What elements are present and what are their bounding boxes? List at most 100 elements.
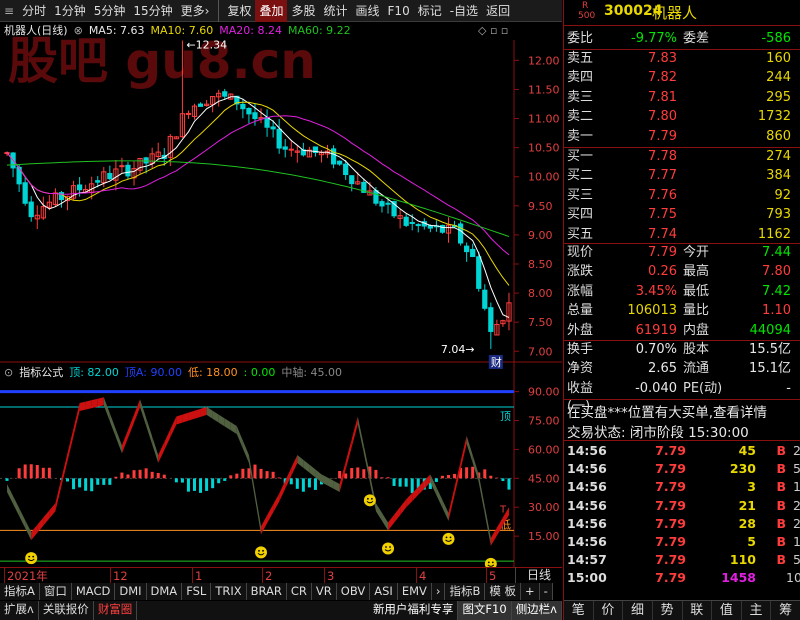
indicator-tab-13[interactable]: › [431, 583, 446, 600]
indicator-tab-4[interactable]: DMA [146, 583, 183, 600]
wave-seg [466, 435, 473, 464]
quote-tab-5[interactable]: 值 [712, 601, 742, 620]
toolbar-item-5[interactable]: 复权 [223, 0, 255, 22]
f10-tab[interactable]: 图文F10 [458, 601, 512, 620]
quote-tab-7[interactable]: 筹 [771, 601, 800, 620]
toolbar-item-9[interactable]: 画线 [352, 0, 384, 22]
toolbar-item-10[interactable]: F10 [384, 0, 414, 22]
bid-row[interactable]: 买二 7.77 384 [564, 167, 800, 185]
indicator-tab-2[interactable]: MACD [71, 583, 116, 600]
bid-row[interactable]: 买五 7.74 1162 [564, 226, 800, 244]
wave-seg [388, 514, 395, 531]
wave-seg [188, 410, 195, 421]
big-order-news[interactable]: 在买盘***位置有大买单,查看详情 [567, 401, 767, 421]
wave-seg [212, 410, 219, 423]
dropdown-icon[interactable]: ⊙ [4, 364, 13, 382]
toolbar-menu-icon[interactable]: ≡ [0, 0, 18, 22]
indicator-tab-6[interactable]: TRIX [211, 583, 247, 600]
bottom-tab-2[interactable]: 财富圈 [93, 601, 138, 620]
indicator-tab-7[interactable]: BRAR [246, 583, 287, 600]
date-label: 12 [110, 568, 128, 584]
toolbar-item-7[interactable]: 多股 [287, 0, 319, 22]
ma5-value: MA5: 7.63 [88, 24, 145, 37]
low-price-label: 7.04→ [441, 343, 475, 356]
candle-body [415, 224, 421, 227]
value2: 15.5亿 [749, 342, 791, 357]
quote-tab-6[interactable]: 主 [742, 601, 772, 620]
toolbar-item-8[interactable]: 统计 [320, 0, 352, 22]
ask-row[interactable]: 卖三 7.81 295 [564, 89, 800, 107]
bottom-tab-1[interactable]: 关联报价 [38, 601, 94, 620]
value: 0.70% [635, 342, 677, 357]
price-axis-label: 9.50 [528, 200, 553, 213]
candle-body [470, 248, 476, 258]
indicator-tab-1[interactable]: 窗口 [39, 583, 72, 600]
indicator-tab-15[interactable]: 模 板 [485, 583, 522, 600]
toolbar-item-4[interactable]: 更多› [177, 0, 214, 22]
label2: 股本 [683, 342, 710, 357]
wave-seg [448, 487, 455, 521]
indicator-tab-14[interactable]: 指标B [445, 583, 486, 600]
ask-row[interactable]: 卖五 7.83 160 [564, 50, 800, 68]
bottom-tab-0[interactable]: 扩展ʌ [0, 601, 39, 620]
indicator-tab-10[interactable]: OBV [336, 583, 371, 600]
bid-row[interactable]: 买三 7.76 92 [564, 187, 800, 205]
wave-seg [242, 440, 249, 464]
quote-tab-4[interactable]: 联 [683, 601, 713, 620]
toolbar-item-1[interactable]: 1分钟 [50, 0, 90, 22]
indicator-tab-0[interactable]: 指标A [0, 583, 40, 600]
date-label: 3 [324, 568, 334, 584]
bid-row[interactable]: 买一 7.78 274 [564, 148, 800, 166]
toolbar-item-6[interactable]: 叠加 [255, 0, 288, 22]
toolbar-item-0[interactable]: 分时 [18, 0, 50, 22]
toolbar-item-2[interactable]: 5分钟 [90, 0, 130, 22]
ask-row[interactable]: 卖四 7.82 244 [564, 69, 800, 87]
kline-chart[interactable]: 股吧 gu8.cn 12.00 11.50 11.00 10.50 10.00 9.50 9.… [0, 22, 562, 567]
indicator-tab-5[interactable]: FSL [182, 583, 212, 600]
level-volume: 1162 [757, 226, 791, 242]
indicator-tabs: 指标A 窗口 MACD DMI DMA FSL TRIX BRAR CR VR OBV ASI EMV ›… [0, 583, 553, 600]
level-label: 买三 [567, 187, 594, 203]
tick-time: 14:56 [567, 461, 607, 477]
smiley-eye [262, 549, 264, 552]
ask-row[interactable]: 卖二 7.80 1732 [564, 108, 800, 126]
ma60-value: MA60: 9.22 [287, 24, 351, 37]
indicator-tab-16[interactable]: + [521, 583, 540, 600]
level-volume: 274 [766, 149, 791, 164]
indicator-title[interactable]: 指标公式 [19, 364, 63, 382]
sidebar-tab[interactable]: 侧边栏ʌ [511, 601, 562, 620]
quote-tab-3[interactable]: 势 [653, 601, 683, 620]
candle-body [246, 107, 252, 115]
ask-row[interactable]: 卖一 7.79 860 [564, 128, 800, 146]
indicator-tab-8[interactable]: CR [286, 583, 312, 600]
chart-options-icons[interactable]: ◇ ▫ ▫ [478, 24, 508, 37]
promo-link[interactable]: 新用户福利专享 [368, 601, 459, 620]
bid-row[interactable]: 买四 7.75 793 [564, 206, 800, 224]
quote-tab-2[interactable]: 细 [623, 601, 653, 620]
wave-seg [291, 455, 298, 476]
toolbar-item-12[interactable]: -自选 [446, 0, 482, 22]
indicator-tab-17[interactable]: - [539, 583, 553, 600]
toolbar-item-11[interactable]: 标记 [414, 0, 446, 22]
collapse-icon[interactable]: ⊗ [74, 22, 83, 40]
tick-price: 7.79 [655, 443, 686, 458]
date-axis: 2021年 12 1 2 3 4 5 [0, 567, 562, 584]
chart-toolbar: ≡ 分时 1分钟 5分钟 15分钟 更多› 复权 叠加 多股 统计 画线 F10 标记 -自选 返回 [0, 0, 562, 22]
divider [564, 440, 800, 441]
smiley-icon [442, 532, 455, 545]
toolbar-item-3[interactable]: 15分钟 [129, 0, 176, 22]
level-volume: 384 [766, 168, 791, 184]
period-selector[interactable]: 日线 [515, 567, 562, 583]
quote-tab-1[interactable]: 价 [594, 601, 624, 620]
quote-tab-0[interactable]: 笔 [564, 601, 594, 620]
label2: 委差 [683, 31, 710, 46]
indicator-tab-12[interactable]: EMV [397, 583, 432, 600]
bottom-spacer [137, 601, 369, 620]
toolbar-item-13[interactable]: 返回 [482, 0, 514, 22]
quote-panel: R 500 300024 机器人 委比 -9.77% 委差 -586 卖五 7.83 160 卖四 7.… [563, 0, 800, 620]
indicator-tab-3[interactable]: DMI [115, 583, 147, 600]
indicator-axis-label: 90.00 [528, 386, 560, 399]
indicator-tab-11[interactable]: ASI [370, 583, 398, 600]
indicator-tab-9[interactable]: VR [311, 583, 337, 600]
quote-bottom-tabs: 笔价细势联值主筹 [564, 600, 800, 620]
